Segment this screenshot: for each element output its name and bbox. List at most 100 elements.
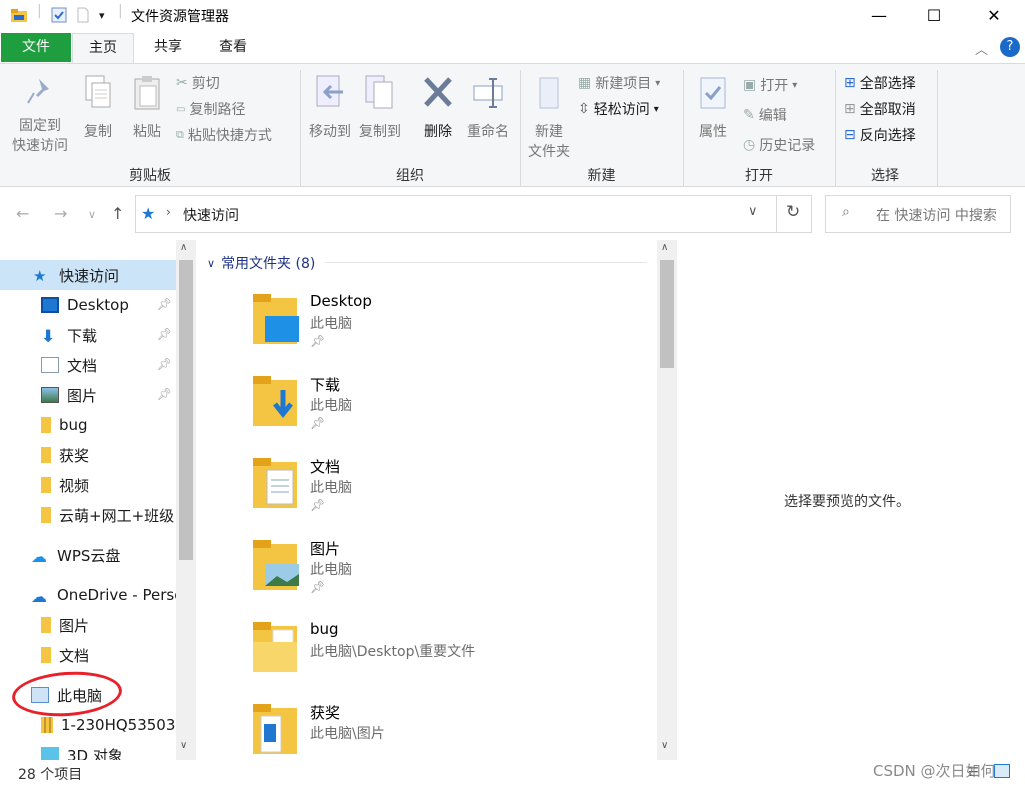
large-icons-view-icon[interactable]	[994, 764, 1010, 778]
select-none-button[interactable]: ⊞ 全部取消	[844, 98, 916, 120]
breadcrumb[interactable]: 快速访问	[183, 205, 239, 225]
group-label-select: 选择	[871, 168, 899, 184]
address-dropdown-icon[interactable]: ∨	[748, 204, 758, 219]
nav-item-videos[interactable]: 视频	[0, 470, 176, 500]
nav-label: 云萌+网工+班级	[59, 506, 175, 525]
scroll-down-icon[interactable]: ∨	[661, 740, 668, 751]
open-button[interactable]: ▣ 打开 ▾	[743, 74, 797, 96]
refresh-icon[interactable]: ↻	[786, 202, 800, 222]
paste-button[interactable]: 粘贴	[126, 74, 168, 142]
nav-scrollbar[interactable]: ∧ ∨	[176, 240, 196, 760]
pin-icon[interactable]: 📌︎	[157, 387, 172, 401]
nav-item-awards[interactable]: 获奖	[0, 440, 176, 470]
group-header[interactable]: ∨ 常用文件夹 (8)	[207, 253, 315, 273]
pin-quick-access-button[interactable]: 固定到 快速访问	[8, 76, 72, 156]
nav-onedrive[interactable]: ☁ OneDrive - Perso	[0, 580, 176, 610]
easy-access-button[interactable]: ⇳ 轻松访问 ▾	[578, 98, 659, 120]
maximize-button[interactable]: ☐	[905, 0, 963, 31]
pin-icon: 📌︎	[310, 416, 326, 430]
new-item-button[interactable]: ▦ 新建项目 ▾	[578, 72, 660, 94]
recent-locations-icon[interactable]: ∨	[88, 208, 96, 221]
search-input[interactable]: ⌕ 在 快速访问 中搜索	[825, 195, 1011, 233]
cloud-icon: ☁	[31, 547, 47, 566]
scrollbar-thumb[interactable]	[660, 260, 674, 368]
scroll-up-icon[interactable]: ∧	[661, 242, 668, 253]
properties-button[interactable]: 属性	[690, 74, 736, 142]
move-to-button[interactable]: 移动到	[305, 74, 355, 142]
back-arrow-icon[interactable]: ←	[16, 204, 29, 223]
pin-icon[interactable]: 📌︎	[157, 357, 172, 371]
new-folder-icon[interactable]	[76, 6, 90, 28]
open-icon: ▣	[743, 77, 757, 93]
nav-label: 视频	[59, 476, 90, 495]
copy-to-label: 复制到	[359, 124, 401, 140]
edit-button[interactable]: ✎ 编辑	[743, 104, 787, 126]
folder-name: 图片	[310, 540, 341, 558]
content-scrollbar[interactable]: ∧ ∨	[657, 240, 677, 760]
scrollbar-thumb[interactable]	[179, 260, 193, 560]
scroll-down-icon[interactable]: ∨	[180, 740, 187, 751]
paste-shortcut-button[interactable]: ⧉ 粘贴快捷方式	[176, 124, 272, 146]
nav-quick-access[interactable]: ★ 快速访问	[0, 260, 176, 290]
nav-label: OneDrive - Perso	[57, 586, 176, 604]
nav-drive-1[interactable]: 1-230HQ53503	[0, 710, 176, 740]
help-icon[interactable]: ?	[1000, 37, 1020, 57]
select-none-icon: ⊞	[844, 101, 856, 117]
download-icon: ⬇	[41, 327, 56, 347]
delete-button[interactable]: 删除	[418, 74, 458, 142]
folder-icon	[251, 620, 301, 678]
tab-share[interactable]: 共享	[140, 33, 196, 62]
breadcrumb-chevron-icon[interactable]: ›	[166, 205, 171, 219]
folder-icon	[251, 702, 301, 760]
group-label-clipboard: 剪贴板	[129, 168, 171, 184]
cut-button[interactable]: ✂ 剪切	[176, 72, 220, 94]
star-icon: ★	[33, 267, 47, 285]
scroll-up-icon[interactable]: ∧	[180, 242, 187, 253]
paste-icon	[126, 74, 168, 118]
up-arrow-icon[interactable]: ↑	[111, 204, 124, 223]
copy-button[interactable]: 复制	[78, 74, 118, 142]
pin-icon: 📌︎	[310, 580, 326, 594]
new-folder-label-1: 新建	[535, 124, 563, 140]
folder-tile-awards[interactable]: 获奖 此电脑\图片	[251, 702, 631, 760]
rename-button[interactable]: 重命名	[464, 74, 512, 142]
folder-path: 此电脑	[310, 562, 352, 578]
forward-arrow-icon[interactable]: →	[54, 204, 67, 223]
select-all-button[interactable]: ⊞ 全部选择	[844, 72, 916, 94]
address-bar[interactable]: ★ › 快速访问 ∨ ↻	[135, 195, 812, 233]
new-folder-button[interactable]: 新建 文件夹	[524, 74, 574, 162]
nav-item-yunmeng[interactable]: 云萌+网工+班级	[0, 500, 176, 530]
copy-path-button[interactable]: ▭ 复制路径	[176, 98, 245, 120]
close-button[interactable]: ✕	[965, 0, 1023, 31]
open-label: 打开	[760, 78, 789, 94]
delete-label: 删除	[424, 124, 452, 140]
pin-icon[interactable]: 📌︎	[157, 327, 172, 341]
easy-access-icon: ⇳	[578, 101, 590, 117]
nav-3d-objects[interactable]: 3D 对象	[0, 740, 176, 760]
nav-wps-cloud[interactable]: ☁ WPS云盘	[0, 540, 176, 570]
nav-onedrive-documents[interactable]: 文档	[0, 640, 176, 670]
history-label: 历史记录	[759, 138, 816, 154]
nav-item-documents[interactable]: 文档 📌︎	[0, 350, 176, 380]
tab-home[interactable]: 主页	[72, 33, 134, 64]
pin-icon[interactable]: 📌︎	[157, 297, 172, 311]
tab-view[interactable]: 查看	[204, 33, 262, 62]
nav-item-downloads[interactable]: ⬇ 下载 📌︎	[0, 320, 176, 350]
nav-item-pictures[interactable]: 图片 📌︎	[0, 380, 176, 410]
folder-tile-pictures[interactable]: 图片 此电脑 📌︎	[251, 538, 631, 618]
nav-onedrive-pictures[interactable]: 图片	[0, 610, 176, 640]
nav-item-bug[interactable]: bug	[0, 410, 176, 440]
collapse-ribbon-icon[interactable]: ︿	[975, 39, 988, 58]
copy-to-button[interactable]: 复制到	[356, 74, 404, 142]
invert-selection-button[interactable]: ⊟ 反向选择	[844, 124, 916, 146]
tab-file[interactable]: 文件	[1, 33, 71, 62]
folder-tile-downloads[interactable]: 下载 此电脑 📌︎	[251, 374, 631, 454]
history-button[interactable]: ◷ 历史记录	[743, 134, 815, 156]
minimize-button[interactable]: —	[850, 0, 908, 31]
properties-icon[interactable]	[50, 6, 68, 28]
customize-toolbar-icon[interactable]: ▾	[99, 9, 105, 22]
folder-tile-documents[interactable]: 文档 此电脑 📌︎	[251, 456, 631, 536]
nav-item-desktop[interactable]: Desktop 📌︎	[0, 290, 176, 320]
folder-tile-bug[interactable]: bug 此电脑\Desktop\重要文件	[251, 620, 631, 700]
folder-tile-desktop[interactable]: Desktop 此电脑 📌︎	[251, 292, 631, 372]
